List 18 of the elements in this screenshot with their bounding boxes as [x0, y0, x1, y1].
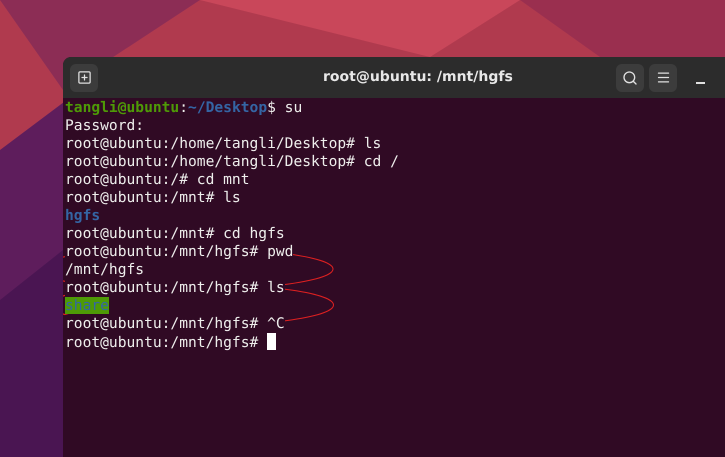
cursor	[267, 333, 276, 350]
directory-name: hgfs	[65, 207, 100, 224]
new-tab-button[interactable]	[70, 64, 98, 92]
terminal-text: root@ubuntu:/mnt# cd hgfs	[65, 225, 285, 242]
terminal-text: root@ubuntu:/home/tangli/Desktop# ls	[65, 135, 382, 152]
prompt-path: ~/Desktop	[188, 99, 268, 116]
search-button[interactable]	[616, 64, 644, 92]
terminal-text: root@ubuntu:/# cd mnt	[65, 171, 250, 188]
terminal-text: root@ubuntu:/mnt# ls	[65, 189, 241, 206]
minimize-icon	[696, 82, 704, 84]
window-title: root@ubuntu: /mnt/hgfs	[323, 68, 513, 87]
prompt-user: tangli@ubuntu	[65, 99, 180, 116]
search-icon	[622, 70, 638, 86]
new-tab-icon	[76, 70, 92, 85]
menu-button[interactable]	[649, 64, 677, 92]
menu-icon	[656, 70, 670, 85]
terminal-text: root@ubuntu:/home/tangli/Desktop# cd /	[65, 153, 399, 170]
terminal-text: $ su	[267, 99, 302, 116]
